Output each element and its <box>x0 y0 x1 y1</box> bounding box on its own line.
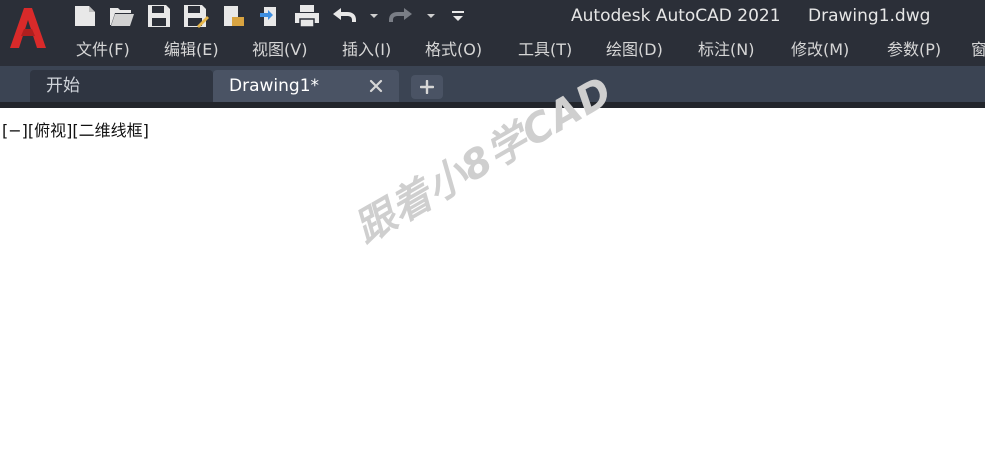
tab-drawing1[interactable]: Drawing1* <box>213 70 399 102</box>
menu-draw[interactable]: 绘图(D) <box>606 36 663 64</box>
publish-icon[interactable] <box>257 3 283 29</box>
title-bar: Autodesk AutoCAD 2021 Drawing1.dwg 文件(F)… <box>0 0 985 66</box>
menu-modify[interactable]: 修改(M) <box>791 36 849 64</box>
menu-dimension[interactable]: 标注(N) <box>698 36 754 64</box>
tab-start-label: 开始 <box>46 76 80 96</box>
app-title: Autodesk AutoCAD 2021 <box>571 6 781 26</box>
tab-drawing1-label: Drawing1* <box>229 76 320 96</box>
tab-start[interactable]: 开始 <box>30 70 213 102</box>
undo-dropdown-icon[interactable] <box>368 3 380 29</box>
redo-icon[interactable] <box>388 3 414 29</box>
drawing-area[interactable]: [−][俯视][二维线框] 跟着小8学CAD <box>0 68 985 458</box>
undo-icon[interactable] <box>331 3 357 29</box>
print-icon[interactable] <box>294 3 320 29</box>
plus-icon[interactable] <box>411 75 443 99</box>
menu-insert[interactable]: 插入(I) <box>342 36 391 64</box>
menu-window[interactable]: 窗 <box>971 36 985 64</box>
save-as-icon[interactable] <box>183 3 209 29</box>
customize-dropdown-icon[interactable] <box>445 3 471 29</box>
menu-edit[interactable]: 编辑(E) <box>164 36 219 64</box>
menu-view[interactable]: 视图(V) <box>252 36 307 64</box>
new-file-icon[interactable] <box>72 3 98 29</box>
quick-access-toolbar <box>72 3 482 29</box>
menu-parametric[interactable]: 参数(P) <box>887 36 941 64</box>
open-folder-icon[interactable] <box>109 3 135 29</box>
open-from-web-icon[interactable] <box>220 3 246 29</box>
menu-format[interactable]: 格式(O) <box>425 36 482 64</box>
close-icon[interactable] <box>363 73 389 99</box>
file-tab-strip: 开始 Drawing1* <box>0 66 985 102</box>
redo-dropdown-icon[interactable] <box>425 3 437 29</box>
menu-tools[interactable]: 工具(T) <box>518 36 572 64</box>
document-title: Drawing1.dwg <box>808 6 931 26</box>
menu-file[interactable]: 文件(F) <box>76 36 130 64</box>
viewport-controls[interactable]: [−][俯视][二维线框] <box>2 117 149 141</box>
autocad-logo-icon[interactable] <box>6 4 50 50</box>
save-icon[interactable] <box>146 3 172 29</box>
